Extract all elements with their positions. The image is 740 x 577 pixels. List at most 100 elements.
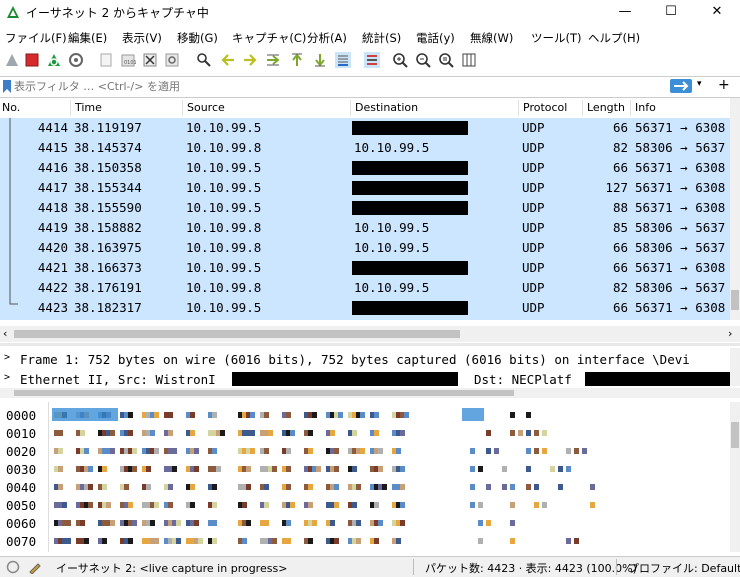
ascii-byte-glyph[interactable] [558, 466, 563, 472]
hex-byte-glyph[interactable] [102, 538, 107, 544]
hex-byte-glyph[interactable] [400, 520, 405, 526]
ascii-byte-glyph[interactable] [486, 448, 491, 454]
hex-byte-glyph[interactable] [212, 448, 217, 454]
ascii-byte-glyph[interactable] [510, 412, 515, 418]
hex-byte-glyph[interactable] [154, 448, 159, 454]
hex-byte-glyph[interactable] [190, 412, 195, 418]
pane-splitter[interactable] [0, 343, 740, 346]
ascii-byte-glyph[interactable] [526, 466, 531, 472]
hex-byte-glyph[interactable] [334, 502, 339, 508]
ascii-byte-glyph[interactable] [478, 538, 483, 544]
hex-byte-glyph[interactable] [168, 484, 173, 490]
column-separator[interactable] [70, 100, 71, 116]
zoom-normal-icon[interactable] [438, 52, 454, 68]
hex-byte-glyph[interactable] [150, 520, 155, 526]
scrollbar-thumb[interactable] [731, 422, 739, 448]
hex-byte-glyph[interactable] [58, 466, 63, 472]
ascii-byte-glyph[interactable] [526, 430, 531, 436]
hex-byte-glyph[interactable] [272, 538, 277, 544]
apply-filter-button[interactable] [670, 79, 692, 93]
hex-byte-glyph[interactable] [212, 412, 217, 418]
ascii-byte-glyph[interactable] [486, 520, 491, 526]
hex-byte-glyph[interactable] [84, 538, 89, 544]
hex-byte-glyph[interactable] [286, 538, 291, 544]
add-filter-button-icon[interactable]: + [718, 77, 730, 93]
menu-capture[interactable]: キャプチャ(C) [232, 30, 306, 46]
ascii-byte-glyph[interactable] [502, 466, 507, 472]
hex-byte-glyph[interactable] [268, 430, 273, 436]
ascii-byte-glyph[interactable] [510, 538, 515, 544]
packet-row[interactable]: 4423 38.182317 10.10.99.5 UDP 66 56371 → 6308 [0, 298, 730, 318]
hex-byte-glyph[interactable] [374, 430, 379, 436]
column-info[interactable]: Info [635, 101, 656, 114]
go-first-packet-icon[interactable] [289, 52, 305, 68]
ascii-byte-glyph[interactable] [534, 484, 539, 490]
menu-telephony[interactable]: 電話(y) [416, 30, 455, 46]
packet-row[interactable]: 4421 38.166373 10.10.99.5 UDP 66 56371 → 6308 [0, 258, 730, 278]
hex-byte-glyph[interactable] [106, 502, 111, 508]
ascii-byte-glyph[interactable] [534, 502, 539, 508]
hex-byte-glyph[interactable] [212, 520, 217, 526]
hex-byte-glyph[interactable] [404, 412, 409, 418]
hex-byte-glyph[interactable] [400, 484, 405, 490]
hex-byte-glyph[interactable] [194, 520, 199, 526]
go-last-packet-icon[interactable] [312, 52, 328, 68]
hex-byte-glyph[interactable] [396, 538, 401, 544]
hex-byte-glyph[interactable] [102, 466, 107, 472]
hex-byte-glyph[interactable] [242, 502, 247, 508]
resize-columns-icon[interactable] [461, 52, 477, 68]
hex-byte-glyph[interactable] [62, 502, 67, 508]
capture-options-icon[interactable] [68, 52, 84, 68]
hex-byte-glyph[interactable] [374, 412, 379, 418]
hex-byte-glyph[interactable] [110, 430, 115, 436]
column-separator[interactable] [182, 100, 183, 116]
bytes-vertical-scrollbar[interactable] [730, 402, 740, 552]
close-button[interactable]: ✕ [694, 0, 740, 24]
find-packet-icon[interactable] [196, 52, 212, 68]
hex-byte-glyph[interactable] [172, 448, 177, 454]
hex-byte-glyph[interactable] [194, 448, 199, 454]
packet-row[interactable]: 4419 38.158882 10.10.99.8 10.10.99.5 UDP 85 58… [0, 218, 730, 238]
hex-byte-glyph[interactable] [400, 430, 405, 436]
hex-byte-glyph[interactable] [88, 484, 93, 490]
hex-byte-glyph[interactable] [246, 484, 251, 490]
ascii-byte-glyph[interactable] [582, 448, 587, 454]
hex-byte-glyph[interactable] [132, 520, 137, 526]
hex-byte-glyph[interactable] [264, 412, 269, 418]
hex-byte-glyph[interactable] [216, 466, 221, 472]
menu-statistics[interactable]: 統計(S) [362, 30, 401, 46]
ascii-byte-glyph[interactable] [478, 466, 483, 472]
hex-byte-glyph[interactable] [250, 448, 255, 454]
hex-byte-glyph[interactable] [190, 502, 195, 508]
column-separator[interactable] [582, 100, 583, 116]
hex-byte-glyph[interactable] [246, 466, 251, 472]
hex-byte-glyph[interactable] [250, 430, 255, 436]
hex-byte-glyph[interactable] [128, 502, 133, 508]
packet-row[interactable]: 4416 38.150358 10.10.99.5 UDP 66 56371 → 6308 [0, 158, 730, 178]
hex-byte-glyph[interactable] [172, 466, 177, 472]
hex-byte-glyph[interactable] [194, 466, 199, 472]
column-separator[interactable] [350, 100, 351, 116]
menu-view[interactable]: 表示(V) [122, 30, 162, 46]
ascii-byte-glyph[interactable] [478, 520, 483, 526]
hex-byte-glyph[interactable] [58, 448, 63, 454]
menu-tools[interactable]: ツール(T) [531, 30, 582, 46]
hex-byte-glyph[interactable] [212, 484, 217, 490]
hex-byte-glyph[interactable] [80, 520, 85, 526]
scrollbar-thumb[interactable] [14, 330, 460, 338]
ascii-byte-glyph[interactable] [566, 538, 571, 544]
hex-byte-glyph[interactable] [308, 484, 313, 490]
ascii-byte-glyph[interactable] [542, 448, 547, 454]
hex-byte-glyph[interactable] [58, 484, 63, 490]
hex-byte-glyph[interactable] [84, 448, 89, 454]
column-source[interactable]: Source [187, 101, 225, 114]
column-time[interactable]: Time [75, 101, 102, 114]
detail-ethernet-src[interactable]: Ethernet II, Src: WistronI [20, 372, 216, 386]
hex-byte-glyph[interactable] [338, 412, 343, 418]
hex-byte-glyph[interactable] [334, 484, 339, 490]
hex-byte-glyph[interactable] [378, 448, 383, 454]
zoom-out-icon[interactable] [415, 52, 431, 68]
hex-byte-glyph[interactable] [330, 430, 335, 436]
ascii-byte-glyph[interactable] [486, 430, 491, 436]
hex-byte-glyph[interactable] [110, 520, 115, 526]
